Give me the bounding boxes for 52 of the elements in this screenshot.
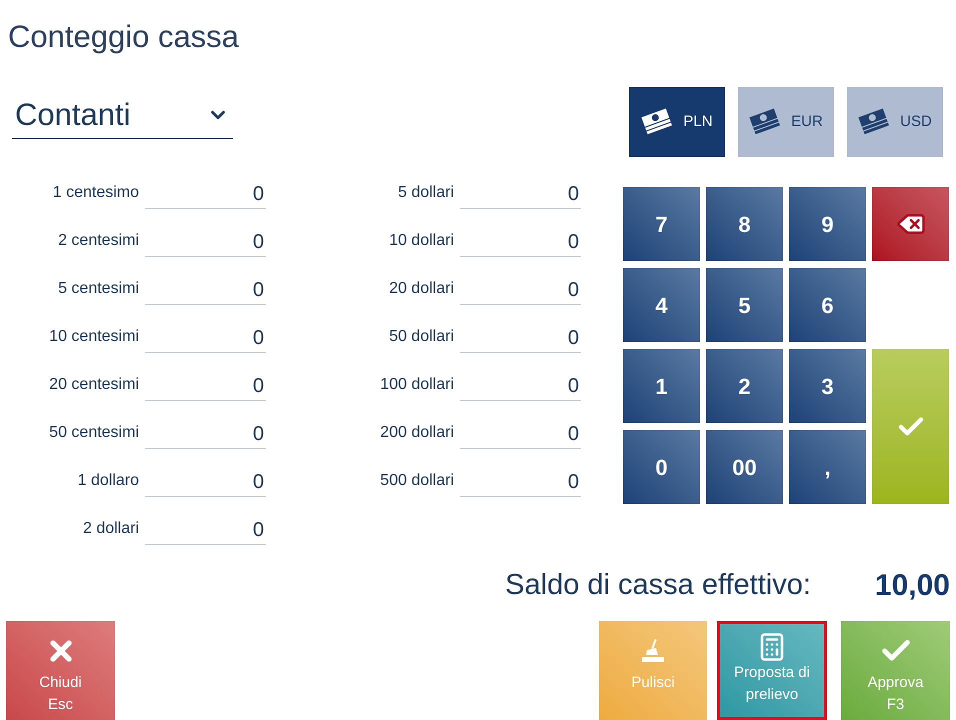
- denomination-label: 50 centesimi: [48, 423, 139, 443]
- keypad-key[interactable]: 4: [623, 268, 700, 342]
- denomination-label: 5 centesimi: [57, 279, 139, 299]
- amount-field[interactable]: 0: [460, 324, 581, 353]
- amount-field[interactable]: 0: [145, 420, 266, 449]
- keypad-key[interactable]: 1: [623, 349, 700, 423]
- amount-field[interactable]: 0: [460, 372, 581, 401]
- keypad-key[interactable]: 3: [789, 349, 866, 423]
- amount-field[interactable]: 0: [460, 180, 581, 209]
- keypad-key[interactable]: 7: [623, 187, 700, 261]
- amount-field[interactable]: 0: [145, 324, 266, 353]
- denomination-label: 100 dollari: [379, 375, 454, 395]
- currency-tab[interactable]: PLN: [629, 87, 725, 157]
- amount-field[interactable]: 0: [460, 468, 581, 497]
- backspace-button[interactable]: [872, 187, 949, 261]
- amount-field[interactable]: 0: [145, 468, 266, 497]
- denomination-label: 50 dollari: [388, 327, 454, 347]
- broom-icon: [640, 638, 666, 664]
- amount-field[interactable]: 0: [145, 516, 266, 545]
- denomination-label: 2 centesimi: [57, 231, 139, 251]
- amount-field[interactable]: 0: [145, 180, 266, 209]
- payment-type-dropdown[interactable]: Contanti: [12, 92, 233, 139]
- denomination-label: 10 centesimi: [48, 327, 139, 347]
- amount-field[interactable]: 0: [145, 276, 266, 305]
- denomination-label: 10 dollari: [388, 231, 454, 251]
- amount-field[interactable]: 0: [460, 228, 581, 257]
- amount-field[interactable]: 0: [145, 372, 266, 401]
- denomination-label: 1 dollaro: [76, 471, 139, 491]
- keypad-key[interactable]: 6: [789, 268, 866, 342]
- keypad-key[interactable]: 5: [706, 268, 783, 342]
- keypad-key[interactable]: 0: [623, 430, 700, 504]
- keypad-key[interactable]: 00: [706, 430, 783, 504]
- keypad-key[interactable]: 8: [706, 187, 783, 261]
- denomination-label: 1 centesimo: [52, 183, 139, 203]
- denomination-label: 500 dollari: [379, 471, 454, 491]
- balance-label: Saldo di cassa effettivo:: [505, 568, 811, 603]
- denomination-label: 20 centesimi: [48, 375, 139, 395]
- keypad-key[interactable]: ,: [789, 430, 866, 504]
- currency-tab[interactable]: EUR: [738, 87, 834, 157]
- denomination-label: 5 dollari: [396, 183, 454, 203]
- amount-field[interactable]: 0: [460, 276, 581, 305]
- denomination-label: 200 dollari: [379, 423, 454, 443]
- denomination-label: 20 dollari: [388, 279, 454, 299]
- denomination-label: 2 dollari: [82, 519, 139, 539]
- keypad-key[interactable]: 9: [789, 187, 866, 261]
- page-title: Conteggio cassa: [8, 18, 239, 56]
- keypad-key[interactable]: 2: [706, 349, 783, 423]
- amount-field[interactable]: 0: [460, 420, 581, 449]
- balance-value: 10,00: [874, 568, 950, 604]
- close-button[interactable]: Chiudi Esc: [6, 621, 115, 720]
- amount-field[interactable]: 0: [145, 228, 266, 257]
- currency-tab[interactable]: USD: [847, 87, 943, 157]
